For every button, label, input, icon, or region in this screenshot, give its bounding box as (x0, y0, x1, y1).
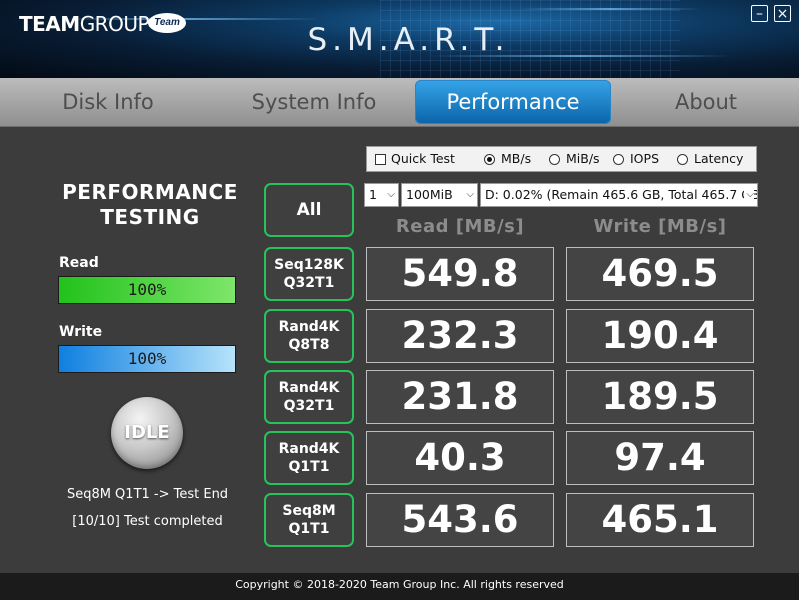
run-all-button[interactable]: All (264, 183, 354, 237)
read-progress-text: 100% (127, 280, 167, 299)
test-size-select[interactable]: 100MiB ⌵ (401, 183, 478, 207)
app-title: S.M.A.R.T. (307, 22, 510, 58)
radio-icon (677, 154, 688, 165)
write-progress-label: Write (59, 324, 103, 340)
idle-start-button[interactable]: IDLE (111, 397, 183, 469)
write-result-rand4k-q32t1: 189.5 (566, 370, 754, 424)
test-button-seq128k-q32t1[interactable]: Seq128K Q32T1 (264, 247, 354, 301)
copyright-footer: Copyright © 2018-2020 Team Group Inc. Al… (0, 573, 799, 600)
test-button-rand4k-q8t8[interactable]: Rand4K Q8T8 (264, 309, 354, 363)
checkbox-icon (375, 154, 386, 165)
write-column-header: Write [MB/s] (593, 216, 727, 237)
close-button[interactable]: × (774, 5, 791, 22)
tab-performance[interactable]: Performance (415, 80, 611, 124)
read-result-seq8m-q1t1: 543.6 (366, 493, 554, 547)
drive-select[interactable]: D: 0.02% (Remain 465.6 GB, Total 465.7 G… (480, 183, 758, 207)
unit-radio-mbs[interactable]: MB/s (484, 147, 531, 171)
write-result-rand4k-q8t8: 190.4 (566, 309, 754, 363)
radio-icon (613, 154, 624, 165)
performance-testing-heading: PERFORMANCE TESTING (62, 180, 238, 229)
tab-disk-info[interactable]: Disk Info (20, 78, 196, 126)
radio-icon (549, 154, 560, 165)
minimize-button[interactable]: – (751, 5, 768, 22)
read-column-header: Read [MB/s] (395, 216, 525, 237)
read-result-rand4k-q1t1: 40.3 (366, 431, 554, 485)
header-light-streak (520, 8, 700, 10)
read-result-seq128k-q32t1: 549.8 (366, 247, 554, 301)
test-count-select[interactable]: 1 ⌵ (364, 183, 399, 207)
radio-selected-icon (484, 154, 495, 165)
tab-bar: Disk Info System Info Performance About (0, 78, 799, 127)
write-result-seq8m-q1t1: 465.1 (566, 493, 754, 547)
unit-radio-iops[interactable]: IOPS (613, 147, 659, 171)
chevron-down-icon: ⌵ (385, 184, 395, 206)
title-bar: TEAMGROUP Team S.M.A.R.T. – × (0, 0, 799, 78)
chevron-down-icon: ⌵ (744, 184, 754, 206)
status-current-test: Seq8M Q1T1 -> Test End (66, 487, 229, 502)
status-progress: [10/10] Test completed (72, 514, 223, 529)
test-button-seq8m-q1t1[interactable]: Seq8M Q1T1 (264, 493, 354, 547)
unit-radio-latency[interactable]: Latency (677, 147, 743, 171)
test-button-rand4k-q32t1[interactable]: Rand4K Q32T1 (264, 370, 354, 424)
tab-system-info[interactable]: System Info (226, 78, 402, 126)
unit-radio-mibs[interactable]: MiB/s (549, 147, 600, 171)
tab-about[interactable]: About (618, 78, 794, 126)
write-progress-text: 100% (127, 349, 167, 368)
write-result-rand4k-q1t1: 97.4 (566, 431, 754, 485)
read-progress-bar: 100% (58, 276, 236, 304)
test-button-rand4k-q1t1[interactable]: Rand4K Q1T1 (264, 431, 354, 485)
quick-test-checkbox[interactable]: Quick Test (375, 147, 455, 171)
options-panel: Quick Test MB/s MiB/s IOPS Latency (366, 146, 757, 172)
read-result-rand4k-q32t1: 231.8 (366, 370, 554, 424)
chevron-down-icon: ⌵ (464, 184, 474, 206)
read-result-rand4k-q8t8: 232.3 (366, 309, 554, 363)
write-result-seq128k-q32t1: 469.5 (566, 247, 754, 301)
write-progress-bar: 100% (58, 345, 236, 373)
read-progress-label: Read (59, 255, 99, 271)
